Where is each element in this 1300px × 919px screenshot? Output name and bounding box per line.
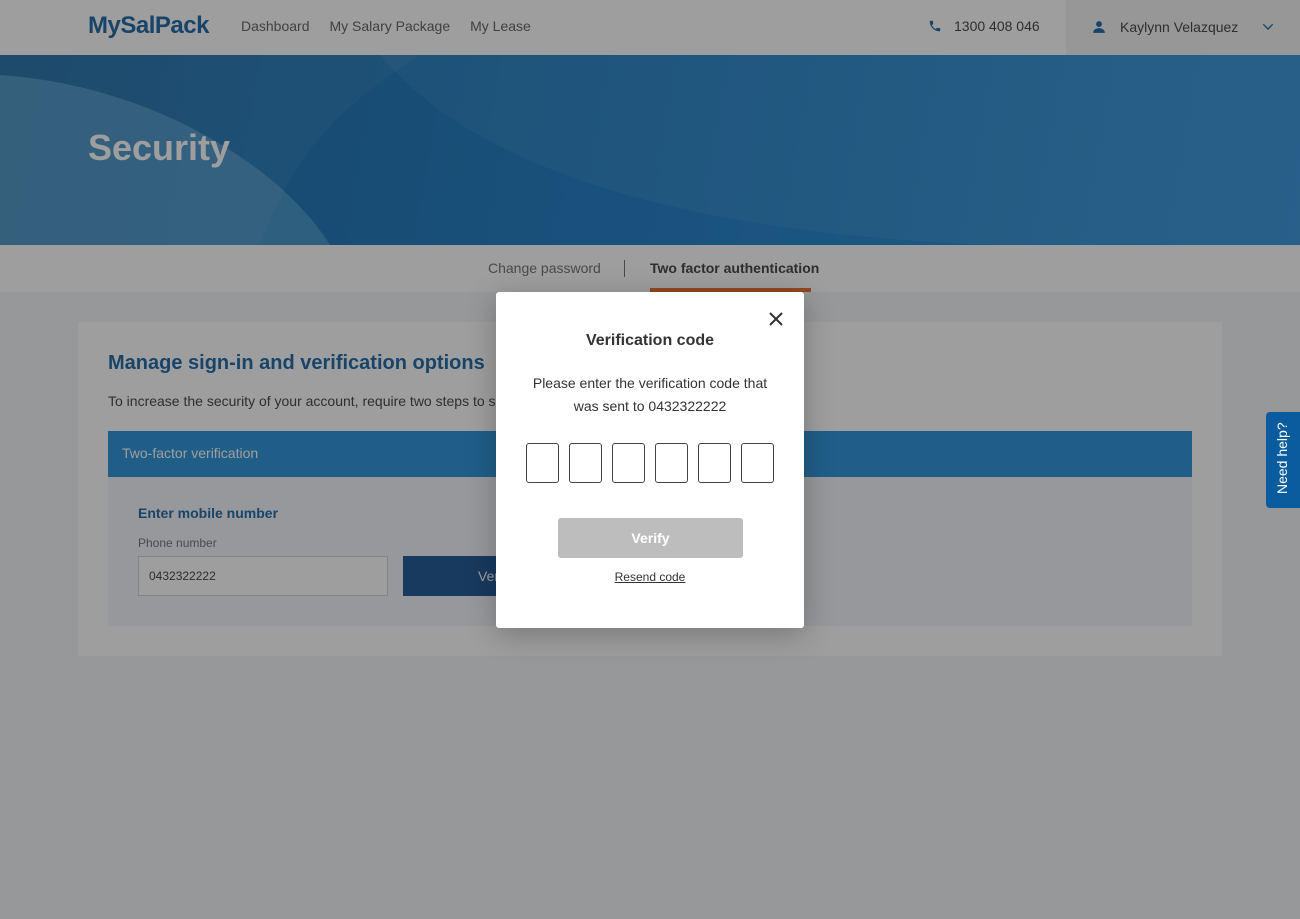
verification-modal: Verification code Please enter the verif… bbox=[496, 292, 804, 628]
need-help-label: Need help? bbox=[1274, 422, 1290, 494]
code-inputs bbox=[526, 443, 774, 483]
code-digit-3[interactable] bbox=[612, 443, 645, 483]
close-icon[interactable] bbox=[768, 311, 784, 327]
code-digit-2[interactable] bbox=[569, 443, 602, 483]
code-digit-6[interactable] bbox=[741, 443, 774, 483]
verify-code-button[interactable]: Verify bbox=[558, 518, 743, 558]
code-digit-4[interactable] bbox=[655, 443, 688, 483]
resend-code-link[interactable]: Resend code bbox=[496, 570, 804, 584]
code-digit-1[interactable] bbox=[526, 443, 559, 483]
code-digit-5[interactable] bbox=[698, 443, 731, 483]
modal-message: Please enter the verification code that … bbox=[532, 375, 768, 414]
modal-title: Verification code bbox=[585, 332, 715, 349]
need-help-tab[interactable]: Need help? bbox=[1266, 412, 1300, 508]
